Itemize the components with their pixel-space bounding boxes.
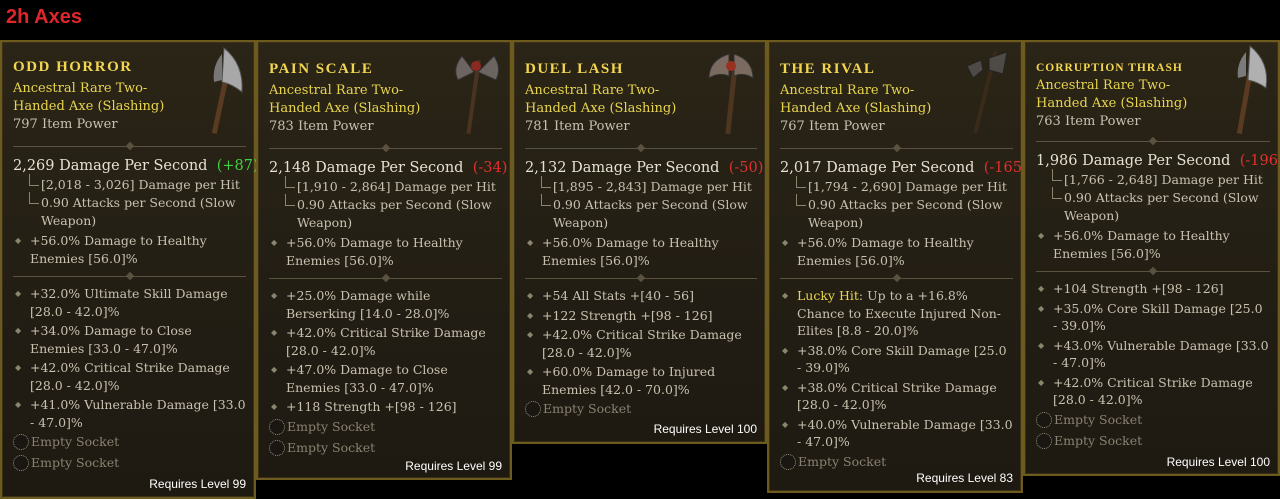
dps-delta: (-34) — [472, 160, 508, 176]
attack-speed: 0.90 Attacks per Second (Slow Weapon) — [525, 194, 757, 232]
affix: +104 Strength +[98 - 126] — [1036, 280, 1270, 298]
empty-socket: Empty Socket — [13, 431, 246, 452]
level-requirement: Requires Level 100 — [653, 422, 757, 436]
affix: +42.0% Critical Strike Damage [28.0 - 42… — [525, 326, 757, 361]
affix: +42.0% Critical Strike Damage [28.0 - 42… — [269, 324, 502, 359]
affix: +34.0% Damage to Close Enemies [33.0 - 4… — [13, 322, 246, 357]
damage-per-hit: [1,910 - 2,864] Damage per Hit — [269, 176, 502, 196]
damage-per-hit: [1,766 - 2,648] Damage per Hit — [1036, 169, 1270, 189]
implicit-affix: +56.0% Damage to Healthy Enemies [56.0]% — [525, 234, 757, 269]
lucky-hit-label: Lucky Hit — [797, 288, 859, 303]
affix: +42.0% Critical Strike Damage [28.0 - 42… — [1036, 374, 1270, 409]
affix: +32.0% Ultimate Skill Damage [28.0 - 42.… — [13, 285, 246, 320]
implicit-affix: +56.0% Damage to Healthy Enemies [56.0]% — [269, 234, 502, 269]
separator — [525, 278, 757, 279]
damage-per-hit: [1,895 - 2,843] Damage per Hit — [525, 176, 757, 196]
affix: +122 Strength +[98 - 126] — [525, 307, 757, 325]
affix: +38.0% Core Skill Damage [25.0 - 39.0]% — [780, 342, 1013, 377]
page-title: 2h Axes — [6, 6, 82, 28]
empty-socket: Empty Socket — [525, 398, 757, 419]
dps-line: 2,017 Damage Per Second (-165) — [780, 160, 1028, 176]
item-power: 781 Item Power — [525, 119, 630, 134]
empty-socket: Empty Socket — [1036, 409, 1270, 430]
dps-line: 2,269 Damage Per Second (+87) — [13, 158, 259, 174]
attack-speed: 0.90 Attacks per Second (Slow Weapon) — [13, 192, 246, 230]
affix: Lucky Hit: Up to a +16.8% Chance to Exec… — [780, 287, 1013, 340]
separator — [13, 146, 246, 147]
item-type: Ancestral Rare Two-Handed Axe (Slashing) — [1036, 78, 1188, 111]
implicit-affix: +56.0% Damage to Healthy Enemies [56.0]% — [1036, 227, 1270, 262]
implicit-affix: +56.0% Damage to Healthy Enemies [56.0]% — [780, 234, 1013, 269]
affix: +35.0% Core Skill Damage [25.0 - 39.0]% — [1036, 300, 1270, 335]
affix: +54 All Stats +[40 - 56] — [525, 287, 757, 305]
separator — [13, 276, 246, 277]
damage-per-hit: [1,794 - 2,690] Damage per Hit — [780, 176, 1013, 196]
item-power: 763 Item Power — [1036, 114, 1141, 129]
item-type: Ancestral Rare Two-Handed Axe (Slashing) — [269, 83, 421, 116]
separator — [780, 148, 1013, 149]
empty-socket: Empty Socket — [13, 452, 246, 473]
separator — [1036, 271, 1270, 272]
item-name: ODD HORROR — [13, 59, 133, 75]
level-requirement: Requires Level 99 — [405, 459, 502, 473]
item-power: 797 Item Power — [13, 117, 118, 132]
item-power: 767 Item Power — [780, 119, 885, 134]
dps-delta: (-165) — [983, 160, 1028, 176]
separator — [525, 148, 757, 149]
item-name: THE RIVAL — [780, 61, 876, 77]
affix: +42.0% Critical Strike Damage [28.0 - 42… — [13, 359, 246, 394]
affix: +41.0% Vulnerable Damage [33.0 - 47.0]% — [13, 396, 246, 431]
affix: +43.0% Vulnerable Damage [33.0 - 47.0]% — [1036, 337, 1270, 372]
item-name: PAIN SCALE — [269, 61, 374, 77]
item-tooltip-corruption-thrash[interactable]: CORRUPTION THRASH Ancestral Rare Two-Han… — [1023, 40, 1280, 476]
item-type: Ancestral Rare Two-Handed Axe (Slashing) — [13, 81, 165, 114]
empty-socket: Empty Socket — [269, 437, 502, 458]
attack-speed: 0.90 Attacks per Second (Slow Weapon) — [1036, 187, 1270, 225]
attack-speed: 0.90 Attacks per Second (Slow Weapon) — [269, 194, 502, 232]
affix: +60.0% Damage to Injured Enemies [42.0 -… — [525, 363, 757, 398]
item-tooltip-pain-scale[interactable]: PAIN SCALE Ancestral Rare Two-Handed Axe… — [256, 40, 512, 480]
dps-line: 1,986 Damage Per Second (-196) — [1036, 152, 1280, 171]
empty-socket: Empty Socket — [269, 416, 502, 437]
item-tooltip-odd-horror[interactable]: ODD HORROR Ancestral Rare Two-Handed Axe… — [0, 40, 259, 499]
damage-per-hit: [2,018 - 3,026] Damage per Hit — [13, 174, 246, 194]
item-type: Ancestral Rare Two-Handed Axe (Slashing) — [525, 83, 677, 116]
level-requirement: Requires Level 99 — [149, 477, 246, 491]
dps-line: 2,132 Damage Per Second (-50) — [525, 160, 764, 176]
separator — [269, 148, 502, 149]
attack-speed: 0.90 Attacks per Second (Slow Weapon) — [780, 194, 1013, 232]
separator — [1036, 141, 1270, 142]
affix: +40.0% Vulnerable Damage [33.0 - 47.0]% — [780, 416, 1013, 451]
item-power: 783 Item Power — [269, 119, 374, 134]
dps-delta: (-50) — [728, 160, 764, 176]
item-tooltip-the-rival[interactable]: THE RIVAL Ancestral Rare Two-Handed Axe … — [767, 40, 1028, 493]
dps-line: 2,148 Damage Per Second (-34) — [269, 160, 508, 176]
dps-delta: (-196) — [1239, 153, 1280, 169]
separator — [269, 278, 502, 279]
separator — [780, 278, 1013, 279]
affix: +118 Strength +[98 - 126] — [269, 398, 502, 416]
dps-delta: (+87) — [216, 158, 259, 174]
item-name: DUEL LASH — [525, 61, 624, 77]
empty-socket: Empty Socket — [1036, 430, 1270, 451]
affix: +25.0% Damage while Berserking [14.0 - 2… — [269, 287, 502, 322]
item-type: Ancestral Rare Two-Handed Axe (Slashing) — [780, 83, 932, 116]
empty-socket: Empty Socket — [780, 451, 1013, 472]
level-requirement: Requires Level 100 — [1166, 455, 1270, 469]
item-tooltip-duel-lash[interactable]: DUEL LASH Ancestral Rare Two-Handed Axe … — [512, 40, 767, 444]
affix: +47.0% Damage to Close Enemies [33.0 - 4… — [269, 361, 502, 396]
item-name: CORRUPTION THRASH — [1036, 62, 1183, 74]
affix: +38.0% Critical Strike Damage [28.0 - 42… — [780, 379, 1013, 414]
level-requirement: Requires Level 83 — [916, 471, 1013, 485]
implicit-affix: +56.0% Damage to Healthy Enemies [56.0]% — [13, 232, 246, 267]
